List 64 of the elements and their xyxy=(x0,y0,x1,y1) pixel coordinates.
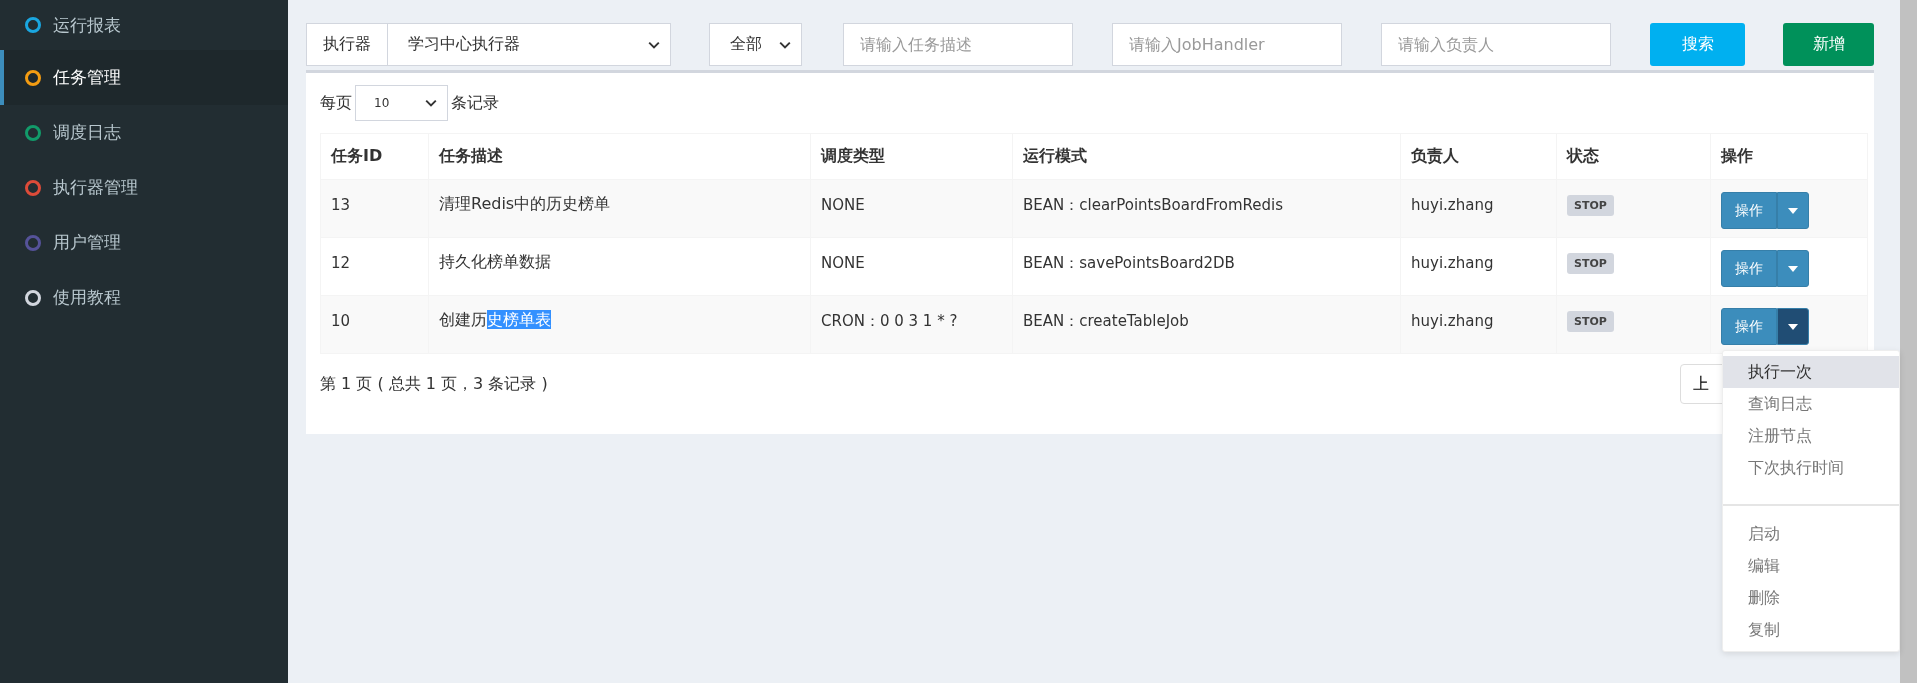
table-cell: 创建历史榜单表 xyxy=(428,295,811,354)
sidebar-item[interactable]: 用户管理 xyxy=(0,215,288,270)
table-cell: BEAN：clearPointsBoardFromRedis xyxy=(1012,179,1401,238)
dropdown-toggle[interactable] xyxy=(1777,250,1809,287)
dropdown-toggle[interactable] xyxy=(1777,308,1809,345)
action-button[interactable]: 操作 xyxy=(1721,308,1777,345)
table-cell: 12 xyxy=(320,237,429,296)
table-cell: CRON：0 0 3 1 * ? xyxy=(810,295,1013,354)
chevron-down-icon xyxy=(648,40,660,49)
owner-field[interactable]: 请输入负责人 xyxy=(1381,23,1611,66)
menu-item[interactable]: 下次执行时间 xyxy=(1723,452,1899,484)
sidebar-item[interactable]: 任务管理 xyxy=(0,50,288,105)
chevron-down-icon xyxy=(779,40,791,49)
caret-icon xyxy=(1788,207,1798,214)
jobhandler-field[interactable]: 请输入JobHandler xyxy=(1112,23,1342,66)
column-header: 负责人 xyxy=(1400,133,1557,180)
column-header: 运行模式 xyxy=(1012,133,1401,180)
table-cell: NONE xyxy=(810,237,1013,296)
status-badge: STOP xyxy=(1567,195,1614,216)
menu-item[interactable]: 注册节点 xyxy=(1723,420,1899,452)
table-cell: huyi.zhang xyxy=(1400,295,1557,354)
table-cell: 清理Redis中的历史榜单 xyxy=(428,179,811,238)
table-cell: huyi.zhang xyxy=(1400,179,1557,238)
sidebar-item[interactable]: 运行报表 xyxy=(0,0,288,50)
status-select[interactable]: 全部 xyxy=(709,23,802,66)
table-cell: BEAN：createTableJob xyxy=(1012,295,1401,354)
page-size-label: 每页 xyxy=(320,92,352,114)
column-header: 状态 xyxy=(1556,133,1711,180)
table-cell: NONE xyxy=(810,179,1013,238)
description-field[interactable]: 请输入任务描述 xyxy=(843,23,1073,66)
table-cell: 持久化榜单数据 xyxy=(428,237,811,296)
menu-item[interactable]: 启动 xyxy=(1723,518,1899,550)
select-value: 学习中心执行器 xyxy=(407,34,521,55)
executor-label: 执行器 xyxy=(307,24,388,65)
page-size-label: 条记录 xyxy=(451,92,499,114)
status-badge: STOP xyxy=(1567,311,1614,332)
dropdown-toggle[interactable] xyxy=(1777,192,1809,229)
menu-item[interactable]: 删除 xyxy=(1723,582,1899,614)
page-size-select[interactable]: 10 xyxy=(355,85,448,121)
table-cell: 10 xyxy=(320,295,429,354)
column-header: 操作 xyxy=(1710,133,1868,180)
menu-item[interactable]: 复制 xyxy=(1723,614,1899,646)
action-button[interactable]: 操作 xyxy=(1721,250,1777,287)
column-header: 任务描述 xyxy=(428,133,811,180)
table-cell: 13 xyxy=(320,179,429,238)
pagination-info: 第 1 页 ( 总共 1 页，3 条记录 ) xyxy=(320,373,548,395)
sidebar-item[interactable]: 使用教程 xyxy=(0,270,288,325)
chevron-down-icon xyxy=(425,99,437,107)
add-button[interactable]: 新增 xyxy=(1783,23,1874,66)
scrollbar[interactable] xyxy=(1900,0,1917,683)
search-button[interactable]: 搜索 xyxy=(1650,23,1745,66)
column-header: 调度类型 xyxy=(810,133,1013,180)
menu-item[interactable]: 编辑 xyxy=(1723,550,1899,582)
sidebar-item[interactable]: 执行器管理 xyxy=(0,160,288,215)
table-cell: huyi.zhang xyxy=(1400,237,1557,296)
sidebar-item[interactable]: 调度日志 xyxy=(0,105,288,160)
table-cell: BEAN：savePointsBoard2DB xyxy=(1012,237,1401,296)
menu-item[interactable]: 执行一次 xyxy=(1723,356,1899,388)
action-button[interactable]: 操作 xyxy=(1721,192,1777,229)
caret-icon xyxy=(1788,323,1798,330)
column-header: 任务ID xyxy=(320,133,429,180)
executor-select[interactable]: 执行器 学习中心执行器 xyxy=(306,23,671,66)
status-badge: STOP xyxy=(1567,253,1614,274)
caret-icon xyxy=(1788,265,1798,272)
